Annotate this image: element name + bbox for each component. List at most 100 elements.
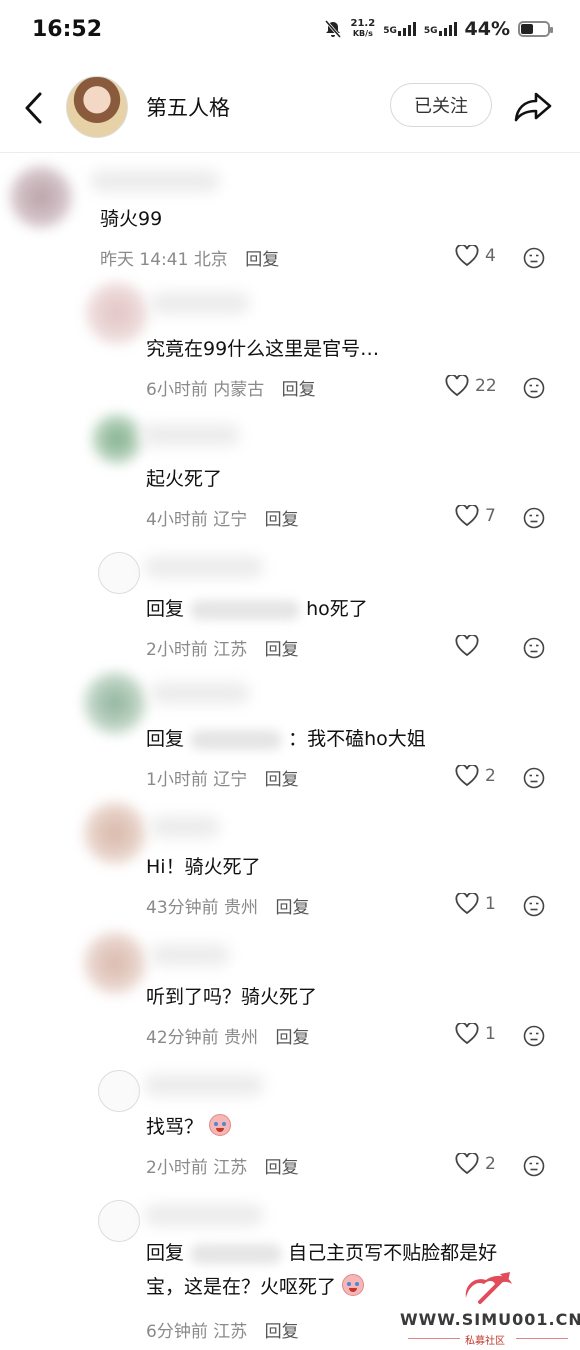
mentioned-user[interactable] bbox=[190, 729, 283, 750]
dislike-face-icon[interactable] bbox=[523, 637, 545, 659]
like-button[interactable]: 2 bbox=[455, 1153, 496, 1175]
reply-button[interactable]: 回复 bbox=[275, 1028, 309, 1048]
comment-meta: 4小时前 辽宁 回复 bbox=[146, 505, 299, 530]
comment-time: 昨天 14:41 bbox=[100, 250, 189, 270]
like-count: 4 bbox=[485, 246, 496, 266]
reply-button[interactable]: 回复 bbox=[265, 1322, 299, 1342]
commenter-name[interactable] bbox=[90, 170, 220, 192]
like-button[interactable]: 2 bbox=[455, 765, 496, 787]
commenter-name[interactable] bbox=[150, 944, 230, 966]
commenter-avatar[interactable] bbox=[84, 802, 146, 864]
comment-item: Hi！骑火死了 43分钟前 贵州 回复 1 bbox=[0, 802, 580, 932]
battery-icon bbox=[518, 21, 553, 37]
reply-button[interactable]: 回复 bbox=[282, 380, 316, 400]
dislike-face-icon[interactable] bbox=[523, 1155, 545, 1177]
watermark-subtitle: 私募社区 bbox=[465, 1336, 505, 1347]
comment-text: 听到了吗？骑火死了 bbox=[146, 986, 318, 1008]
comment-text: Hi！骑火死了 bbox=[146, 856, 261, 878]
comment-location: 辽宁 bbox=[213, 770, 248, 790]
like-button[interactable]: 1 bbox=[455, 1023, 496, 1045]
comment-item: 骑火99 昨天 14:41 北京 回复 4 bbox=[0, 152, 580, 282]
comment-meta: 6小时前 内蒙古 回复 bbox=[146, 375, 316, 400]
comment-meta: 6分钟前 江苏 回复 bbox=[146, 1317, 299, 1342]
mentioned-user[interactable] bbox=[190, 1243, 283, 1264]
status-icons: 21.2 KB/s 5G 5G 44% bbox=[323, 18, 553, 40]
watermark-url: WWW.SIMU001.CN bbox=[400, 1310, 580, 1329]
account-title[interactable]: 第五人格 bbox=[146, 92, 230, 122]
commenter-avatar[interactable] bbox=[98, 552, 140, 594]
comment-text: 起火死了 bbox=[146, 468, 223, 490]
dislike-face-icon[interactable] bbox=[523, 247, 545, 269]
comment-item: 回复 ho死了 2小时前 江苏 回复 bbox=[0, 542, 580, 672]
like-button[interactable] bbox=[455, 635, 485, 657]
comment-meta: 2小时前 江苏 回复 bbox=[146, 635, 299, 660]
reply-button[interactable]: 回复 bbox=[265, 510, 299, 530]
like-button[interactable]: 7 bbox=[455, 505, 496, 527]
commenter-name[interactable] bbox=[150, 292, 250, 314]
signal-2: 5G bbox=[424, 22, 457, 36]
network-speed: 21.2 KB/s bbox=[350, 18, 376, 39]
reply-button[interactable]: 回复 bbox=[275, 898, 309, 918]
dislike-face-icon[interactable] bbox=[523, 895, 545, 917]
like-count: 1 bbox=[485, 894, 496, 914]
dislike-face-icon[interactable] bbox=[523, 507, 545, 529]
comment-meta: 昨天 14:41 北京 回复 bbox=[100, 245, 279, 270]
commenter-name[interactable] bbox=[144, 1204, 264, 1226]
crying-emoji-icon bbox=[342, 1274, 365, 1296]
comment-time: 6分钟前 bbox=[146, 1322, 208, 1342]
commenter-name[interactable] bbox=[144, 1074, 264, 1096]
dislike-face-icon[interactable] bbox=[523, 767, 545, 789]
mentioned-user[interactable] bbox=[190, 599, 301, 620]
commenter-avatar[interactable] bbox=[86, 282, 148, 344]
comment-location: 江苏 bbox=[213, 640, 248, 660]
commenter-name[interactable] bbox=[150, 682, 250, 704]
heart-icon bbox=[445, 375, 469, 397]
signal-bars-icon bbox=[397, 22, 416, 36]
commenter-avatar[interactable] bbox=[84, 932, 146, 994]
share-icon[interactable] bbox=[512, 86, 554, 126]
like-count: 2 bbox=[485, 1154, 496, 1174]
like-button[interactable]: 4 bbox=[455, 245, 496, 267]
heart-icon bbox=[455, 1153, 479, 1175]
commenter-avatar[interactable] bbox=[92, 414, 142, 464]
clock: 16:52 bbox=[32, 17, 103, 42]
comment-time: 1小时前 bbox=[146, 770, 208, 790]
like-count: 22 bbox=[475, 376, 497, 396]
commenter-avatar[interactable] bbox=[84, 672, 146, 734]
comment-item: 回复 ：我不磕ho大姐 1小时前 辽宁 回复 2 bbox=[0, 672, 580, 802]
commenter-avatar[interactable] bbox=[10, 166, 72, 228]
watermark-logo-icon bbox=[465, 1272, 512, 1304]
commenter-avatar[interactable] bbox=[98, 1070, 140, 1112]
comment-item: 究竟在99什么这里是官号… 6小时前 内蒙古 回复 22 bbox=[0, 282, 580, 412]
reply-button[interactable]: 回复 bbox=[245, 250, 279, 270]
reply-button[interactable]: 回复 bbox=[265, 770, 299, 790]
commenter-avatar[interactable] bbox=[98, 1200, 140, 1242]
like-button[interactable]: 22 bbox=[445, 375, 497, 397]
comment-time: 2小时前 bbox=[146, 640, 208, 660]
heart-icon bbox=[455, 765, 479, 787]
heart-icon bbox=[455, 893, 479, 915]
comment-item: 找骂？ 2小时前 江苏 回复 2 bbox=[0, 1062, 580, 1192]
commenter-name[interactable] bbox=[150, 816, 220, 838]
dislike-face-icon[interactable] bbox=[523, 1025, 545, 1047]
dislike-face-icon[interactable] bbox=[523, 377, 545, 399]
commenter-name[interactable] bbox=[140, 424, 240, 446]
mute-bell-icon bbox=[324, 20, 341, 38]
following-button[interactable]: 已关注 bbox=[390, 83, 492, 127]
account-avatar[interactable] bbox=[66, 76, 128, 138]
reply-button[interactable]: 回复 bbox=[265, 640, 299, 660]
comment-text: 回复 ：我不磕ho大姐 bbox=[146, 728, 426, 750]
comment-text: 骑火99 bbox=[100, 208, 163, 230]
back-arrow-icon[interactable] bbox=[20, 88, 50, 128]
comment-time: 4小时前 bbox=[146, 510, 208, 530]
comment-location: 江苏 bbox=[213, 1158, 248, 1178]
heart-icon bbox=[455, 505, 479, 527]
battery-percent: 44% bbox=[464, 18, 510, 40]
like-button[interactable]: 1 bbox=[455, 893, 496, 915]
reply-button[interactable]: 回复 bbox=[265, 1158, 299, 1178]
commenter-name[interactable] bbox=[144, 556, 264, 578]
heart-icon bbox=[455, 1023, 479, 1045]
comment-item: 起火死了 4小时前 辽宁 回复 7 bbox=[0, 412, 580, 542]
crying-emoji-icon bbox=[209, 1114, 232, 1136]
comment-time: 42分钟前 bbox=[146, 1028, 219, 1048]
